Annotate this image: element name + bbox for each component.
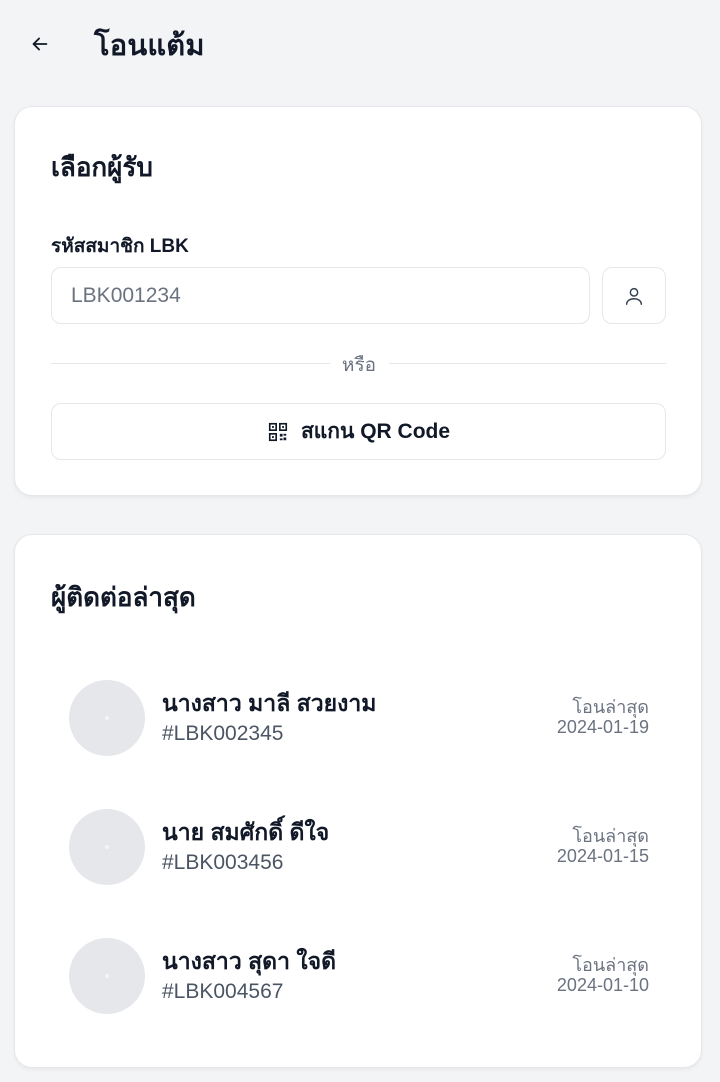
- back-button[interactable]: [24, 28, 56, 60]
- contact-item[interactable]: นางสาว สุดา ใจดี #LBK004567 โอนล่าสุด 20…: [69, 938, 649, 1014]
- scan-qr-button[interactable]: สแกน QR Code: [51, 403, 666, 460]
- member-id-label: รหัสสมาชิก LBK: [51, 236, 189, 257]
- header-bar: โอนแต้ม: [0, 0, 720, 86]
- avatar: [69, 938, 145, 1014]
- arrow-left-icon: [32, 37, 48, 51]
- recent-contacts-card: ผู้ติดต่อล่าสุด นางสาว มาลี สวยงาม #LBK0…: [14, 534, 702, 1068]
- scan-qr-label: สแกน QR Code: [300, 420, 451, 443]
- qr-code-icon: [267, 421, 289, 443]
- or-divider: หรือ: [15, 350, 703, 380]
- contact-item[interactable]: นางสาว มาลี สวยงาม #LBK002345 โอนล่าสุด …: [69, 680, 649, 756]
- recipient-card-title: เลือกผู้รับ: [51, 152, 153, 182]
- user-icon: [625, 287, 643, 305]
- contact-item[interactable]: นาย สมศักดิ์ ดีใจ #LBK003456 โอนล่าสุด 2…: [69, 809, 649, 885]
- recent-contacts-title: ผู้ติดต่อล่าสุด: [51, 582, 196, 612]
- contact-picker-button[interactable]: [602, 267, 666, 324]
- member-id-input[interactable]: [51, 267, 590, 324]
- last-transfer-date: 2024-01-19: [556, 717, 649, 737]
- contact-id: #LBK003456: [162, 851, 284, 874]
- recipient-card: เลือกผู้รับ รหัสสมาชิก LBK หรือ สแกน QR: [14, 106, 702, 496]
- contact-name: นาย สมศักดิ์ ดีใจ: [162, 819, 330, 845]
- contact-id: #LBK004567: [162, 980, 284, 1003]
- avatar: [69, 680, 145, 756]
- last-transfer-date: 2024-01-15: [556, 846, 649, 866]
- avatar: [69, 809, 145, 885]
- page-title: โอนแต้ม: [94, 30, 205, 62]
- contact-name: นางสาว มาลี สวยงาม: [162, 690, 377, 716]
- contact-id: #LBK002345: [162, 722, 284, 745]
- divider-line: [389, 363, 666, 364]
- contact-name: นางสาว สุดา ใจดี: [162, 948, 337, 974]
- or-text: หรือ: [329, 355, 389, 376]
- last-transfer-date: 2024-01-10: [556, 975, 649, 995]
